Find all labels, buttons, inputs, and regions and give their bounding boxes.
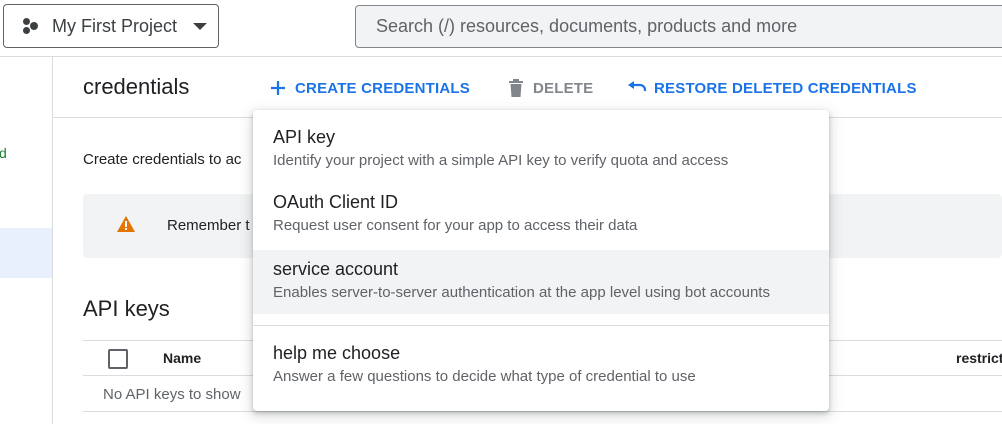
- warning-text: Remember t: [167, 217, 250, 234]
- project-name: My First Project: [52, 15, 178, 36]
- select-all-checkbox[interactable]: [108, 349, 128, 369]
- menu-item-subtitle: Answer a few questions to decide what ty…: [273, 368, 696, 385]
- create-credentials-label: CREATE CREDENTIALS: [295, 79, 470, 97]
- menu-item-oauth-client-id[interactable]: OAuth Client ID Request user consent for…: [253, 191, 829, 251]
- search-input[interactable]: Search (/) resources, documents, product…: [355, 5, 1002, 48]
- page-title: credentials: [83, 74, 190, 99]
- project-picker-button[interactable]: My First Project: [3, 4, 219, 48]
- menu-item-title: service account: [273, 259, 399, 279]
- top-bar: My First Project Search (/) resources, d…: [0, 0, 1002, 57]
- left-nav-rail: d: [0, 57, 53, 424]
- nav-item-active[interactable]: [0, 228, 52, 278]
- create-credentials-menu: API key Identify your project with a sim…: [253, 110, 829, 411]
- trash-icon: [506, 78, 526, 98]
- caret-down-icon: [193, 22, 208, 30]
- empty-state-text: No API keys to show: [103, 386, 241, 403]
- plus-icon: [268, 78, 288, 98]
- column-header-name[interactable]: Name: [163, 350, 201, 366]
- nav-item-label-partial[interactable]: d: [0, 145, 7, 161]
- menu-item-api-key[interactable]: API key Identify your project with a sim…: [253, 126, 829, 186]
- menu-item-title: help me choose: [273, 343, 401, 363]
- undo-icon: [627, 78, 647, 98]
- intro-text: Create credentials to ac: [83, 151, 242, 168]
- delete-button[interactable]: DELETE: [506, 78, 593, 98]
- project-hub-icon: [22, 17, 40, 35]
- restore-label: RESTORE DELETED CREDENTIALS: [654, 79, 917, 97]
- api-keys-heading: API keys: [83, 296, 170, 321]
- menu-item-title: API key: [273, 127, 336, 147]
- column-header-restrictions[interactable]: restrict: [956, 350, 1002, 366]
- search-placeholder: Search (/) resources, documents, product…: [376, 16, 798, 36]
- warning-icon: [117, 216, 135, 237]
- restore-deleted-credentials-button[interactable]: RESTORE DELETED CREDENTIALS: [627, 78, 917, 98]
- delete-label: DELETE: [533, 79, 594, 97]
- menu-item-subtitle: Identify your project with a simple API …: [273, 152, 729, 169]
- menu-item-help-me-choose[interactable]: help me choose Answer a few questions to…: [253, 342, 829, 402]
- menu-divider: [253, 325, 829, 326]
- menu-item-title: OAuth Client ID: [273, 192, 399, 212]
- menu-item-service-account[interactable]: service account Enables server-to-server…: [253, 250, 829, 314]
- create-credentials-button[interactable]: CREATE CREDENTIALS: [268, 78, 470, 98]
- menu-item-subtitle: Request user consent for your app to acc…: [273, 217, 638, 234]
- menu-item-subtitle: Enables server-to-server authentication …: [273, 284, 770, 301]
